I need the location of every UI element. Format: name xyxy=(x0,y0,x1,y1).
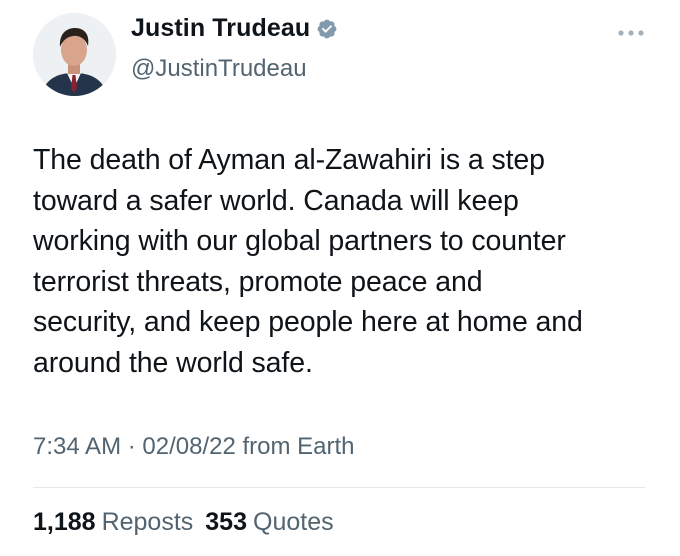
author-name-row[interactable]: Justin Trudeau xyxy=(131,14,338,43)
quotes-stat[interactable]: 353 Quotes xyxy=(205,508,333,537)
meta-separator: · xyxy=(127,433,136,460)
tweet-date[interactable]: 02/08/22 xyxy=(142,433,235,460)
reposts-count: 1,188 xyxy=(33,508,96,536)
tweet-stats: 1,188 Reposts 353 Quotes xyxy=(33,508,334,537)
author-display-name[interactable]: Justin Trudeau xyxy=(131,14,310,43)
verified-badge-icon xyxy=(317,19,337,38)
quotes-label: Quotes xyxy=(253,508,334,536)
tweet-source: from Earth xyxy=(242,433,355,460)
author-handle[interactable]: @JustinTrudeau xyxy=(131,55,307,83)
avatar[interactable] xyxy=(33,13,116,96)
divider xyxy=(33,487,645,488)
quotes-count: 353 xyxy=(205,508,247,536)
tweet-card: Justin Trudeau @JustinTrudeau The death … xyxy=(0,0,680,556)
reposts-label: Reposts xyxy=(101,508,194,536)
tweet-time[interactable]: 7:34 AM xyxy=(33,433,121,460)
avatar-photo-icon xyxy=(33,13,116,96)
more-horizontal-icon[interactable] xyxy=(617,28,645,38)
tweet-text: The death of Ayman al-Zawahiri is a step… xyxy=(33,144,583,379)
tweet-meta: 7:34 AM · 02/08/22 from Earth xyxy=(33,433,355,461)
reposts-stat[interactable]: 1,188 Reposts xyxy=(33,508,193,537)
